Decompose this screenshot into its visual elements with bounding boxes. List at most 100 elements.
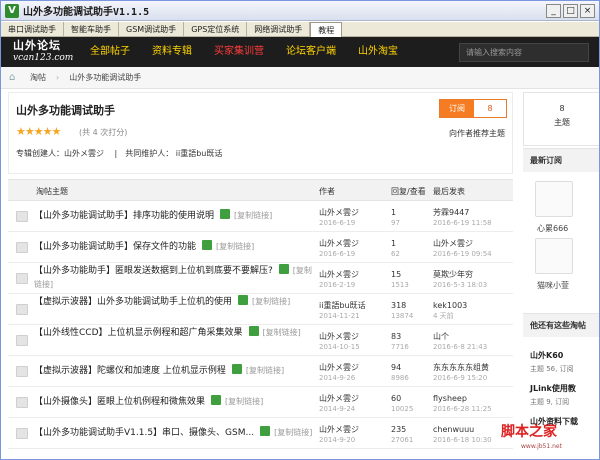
- copy-link[interactable]: [复制链接]: [274, 428, 312, 437]
- subscriber-name[interactable]: 心累666: [537, 223, 568, 234]
- table-row[interactable]: 【虚拟示波器】山外多功能调试助手上位机的使用 [复制链接] ii重語bu既话 2014…: [8, 294, 513, 325]
- copy-link[interactable]: [复制链接]: [216, 242, 254, 251]
- image-icon: [260, 426, 271, 436]
- author-name[interactable]: 山外メ雲ジ: [319, 425, 359, 435]
- topic-title[interactable]: 【山外多功能调试助手】保存文件的功能: [34, 242, 196, 252]
- other-album-title[interactable]: JLink使用教: [530, 383, 576, 394]
- tab-smartcar[interactable]: 智能车助手: [64, 22, 119, 37]
- home-icon[interactable]: ⌂: [9, 72, 20, 83]
- search-input[interactable]: 请输入搜索内容: [459, 42, 589, 62]
- tab-serial[interactable]: 串口调试助手: [1, 22, 64, 37]
- breadcrumb-taotie[interactable]: 淘帖: [30, 72, 46, 83]
- last-poster[interactable]: 山外メ雲ジ: [433, 239, 492, 249]
- nav-buyer-camp[interactable]: 买家集训营: [203, 37, 275, 67]
- subscribe-count: 8: [487, 104, 493, 113]
- sidebar: 8 主题 最新订阅 心累666 猫咪小萱 他还有这些淘帖 山外K60 主题 56…: [523, 92, 599, 459]
- recommend-link[interactable]: 向作者推荐主题: [449, 128, 505, 139]
- nav-client[interactable]: 论坛客户端: [275, 37, 347, 67]
- last-poster[interactable]: 芳霖9447: [433, 208, 492, 218]
- last-poster[interactable]: flysheep: [433, 394, 492, 404]
- rating-stars-icon[interactable]: ★★★★★: [16, 125, 61, 138]
- author-name[interactable]: 山外メ雲ジ: [319, 363, 359, 373]
- topic-icon: [16, 335, 28, 346]
- last-poster[interactable]: chenwuuu: [433, 425, 492, 435]
- topic-title[interactable]: 【山外多功能助手】匿眼发送数据到上位机到底要不要解压?: [34, 266, 273, 276]
- avatar[interactable]: [535, 181, 573, 217]
- header-topic: 淘帖主题: [36, 187, 68, 196]
- reply-count: 1: [391, 239, 397, 248]
- reply-count: 318: [391, 301, 407, 310]
- author-name[interactable]: 山外メ雲ジ: [319, 239, 359, 249]
- stats-cell: 60 10025: [391, 394, 413, 414]
- image-icon: [278, 264, 289, 274]
- nav-all-posts[interactable]: 全部帖子: [79, 37, 141, 67]
- also-sub-heading: 他还有这些淘帖: [523, 313, 599, 337]
- author-name[interactable]: ii重語bu既话: [319, 301, 366, 311]
- subscribe-button[interactable]: 订阅 8: [439, 99, 507, 118]
- last-post-cell: chenwuuu 2016-6-18 10:30: [433, 425, 492, 445]
- tab-network[interactable]: 网络调试助手: [247, 22, 311, 37]
- author-name[interactable]: 山外メ雲ジ: [319, 208, 359, 218]
- maximize-button[interactable]: □: [563, 4, 578, 18]
- table-row[interactable]: 【虚拟示波器】陀螺仪和加速度 上位机显示例程 [复制链接] 山外メ雲ジ 2014-9-…: [8, 356, 513, 387]
- last-poster[interactable]: 莫欺少年穷: [433, 270, 487, 280]
- topic-title[interactable]: 【山外线性CCD】上位机显示例程和超广角采集效果: [34, 328, 243, 338]
- close-button[interactable]: ×: [580, 4, 595, 18]
- image-icon: [220, 209, 231, 219]
- topic-title[interactable]: 【虚拟示波器】陀螺仪和加速度 上位机显示例程: [34, 366, 226, 376]
- image-icon: [248, 326, 259, 336]
- author-name[interactable]: 山外メ雲ジ: [319, 394, 359, 404]
- tab-gps[interactable]: GPS定位系统: [184, 22, 248, 37]
- creator-line: 专辑创建人：山外メ雲ジ | 共同维护人： ii重語bu既话: [16, 149, 223, 158]
- breadcrumb-current[interactable]: 山外多功能调试助手: [69, 72, 141, 83]
- last-post-time: 2016-6-8 21:43: [433, 343, 488, 351]
- table-row[interactable]: 【山外线性CCD】上位机显示例程和超广角采集效果 [复制链接] 山外メ雲ジ 2014-…: [8, 325, 513, 356]
- tab-gsm[interactable]: GSM调试助手: [119, 22, 185, 37]
- last-post-cell: kek1003 4 天前: [433, 301, 467, 321]
- app-window: V 山外多功能调试助手V1.1.5 _ □ × 串口调试助手 智能车助手 GSM…: [0, 0, 600, 460]
- rating-count: (共 4 次打分): [79, 128, 128, 137]
- avatar-cat-icon[interactable]: [535, 238, 573, 274]
- last-poster[interactable]: 山个: [433, 332, 487, 342]
- forum-logo[interactable]: 山外论坛 vcan123.com: [1, 37, 79, 67]
- watermark: 脚本之家: [501, 424, 557, 440]
- stats-cell: 318 13874: [391, 301, 413, 321]
- copy-link[interactable]: [复制链接]: [234, 211, 272, 220]
- nav-taobao[interactable]: 山外淘宝: [347, 37, 409, 67]
- table-row[interactable]: 【山外多功能助手】匿眼发送数据到上位机到底要不要解压? [复制链接] 山外メ雲ジ 20…: [8, 263, 513, 294]
- last-poster[interactable]: kek1003: [433, 301, 467, 311]
- nav-albums[interactable]: 资料专辑: [141, 37, 203, 67]
- copy-link[interactable]: [复制链接]: [252, 297, 290, 306]
- image-icon: [202, 240, 213, 250]
- table-row[interactable]: 【山外多功能调试助手】保存文件的功能 [复制链接] 山外メ雲ジ 2016-6-19 1 6…: [8, 232, 513, 263]
- minimize-button[interactable]: _: [546, 4, 561, 18]
- watermark-url: www.jb51.net: [521, 443, 562, 450]
- image-icon: [211, 395, 222, 405]
- topic-title[interactable]: 【虚拟示波器】山外多功能调试助手上位机的使用: [34, 297, 232, 307]
- last-post-time: 2016-6-19 11:58: [433, 219, 492, 227]
- author-date: 2016-2-19: [319, 281, 356, 289]
- view-count: 62: [391, 250, 400, 258]
- author-name[interactable]: 山外メ雲ジ: [319, 332, 360, 342]
- topic-cell: 【山外线性CCD】上位机显示例程和超广角采集效果 [复制链接]: [34, 326, 312, 340]
- table-row[interactable]: 【山外多功能调试助手】排序功能的使用说明 [复制链接] 山外メ雲ジ 2016-6-19…: [8, 201, 513, 232]
- last-poster[interactable]: 东东东东东组黄: [433, 363, 489, 373]
- topic-cell: 【虚拟示波器】陀螺仪和加速度 上位机显示例程 [复制链接]: [34, 364, 312, 378]
- tab-tutorial[interactable]: 教程: [310, 22, 343, 37]
- author-date: 2016-6-19: [319, 219, 356, 227]
- last-post-cell: flysheep 2016-6-28 11:25: [433, 394, 492, 414]
- author-name[interactable]: 山外メ雲ジ: [319, 270, 359, 280]
- subscriber-name[interactable]: 猫咪小萱: [537, 280, 569, 291]
- view-count: 13874: [391, 312, 414, 320]
- header-author: 作者: [319, 187, 335, 196]
- topic-title[interactable]: 【山外多功能调试助手V1.1.5】串口、摄像头、GSM...: [34, 428, 254, 438]
- copy-link[interactable]: [复制链接]: [225, 397, 263, 406]
- reply-count: 60: [391, 394, 402, 403]
- topic-title[interactable]: 【山外摄像头】匿眼上位机例程和微焦效果: [34, 397, 205, 407]
- topic-title[interactable]: 【山外多功能调试助手】排序功能的使用说明: [34, 211, 214, 221]
- table-row[interactable]: 【山外多功能调试助手V1.1.5】串口、摄像头、GSM... [复制链接] 山外メ雲…: [8, 418, 513, 449]
- other-album-title[interactable]: 山外K60: [530, 350, 563, 361]
- copy-link[interactable]: [复制链接]: [263, 328, 301, 337]
- copy-link[interactable]: [复制链接]: [246, 366, 284, 375]
- table-row[interactable]: 【山外摄像头】匿眼上位机例程和微焦效果 [复制链接] 山外メ雲ジ 2014-9-24 6…: [8, 387, 513, 418]
